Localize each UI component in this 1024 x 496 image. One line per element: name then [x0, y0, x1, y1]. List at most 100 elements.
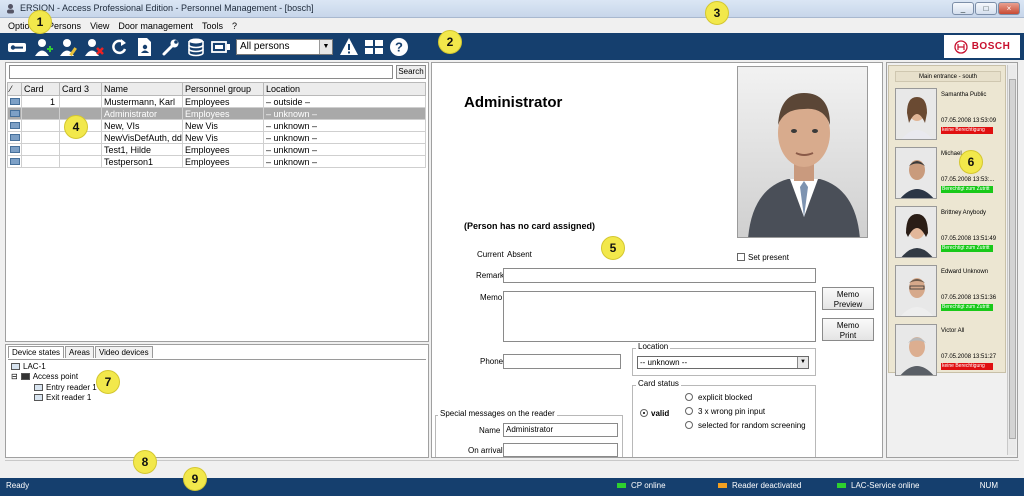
- tree-node-access-point[interactable]: ⊟ Access point: [11, 372, 78, 381]
- visitor-name: Edward Unknown: [941, 269, 989, 275]
- status-led-icon: [837, 483, 846, 488]
- collapse-icon[interactable]: ⊟: [11, 372, 18, 381]
- access-status-badge: keine Berechtigung: [941, 363, 993, 370]
- cell-name: Mustermann, Karl: [101, 95, 183, 108]
- visitor-time: 07.05.2008 13:51:27: [941, 354, 997, 360]
- cell-name: Test1, Hilde: [101, 143, 183, 156]
- wrench-icon[interactable]: [160, 36, 182, 58]
- tab-device-states[interactable]: Device states: [8, 346, 65, 358]
- document-person-icon[interactable]: [134, 36, 156, 58]
- person-detail-pane: Administrator (Person has no card assign…: [431, 62, 883, 458]
- grid-icon[interactable]: [363, 36, 385, 58]
- location-select[interactable]: -- unknown -- ▼: [637, 356, 809, 369]
- bosch-logo: BOSCH: [944, 35, 1020, 58]
- cell-card: [21, 155, 60, 168]
- tree-node-label: Access point: [32, 372, 79, 381]
- menu-persons[interactable]: Persons: [48, 21, 81, 31]
- tab-areas[interactable]: Areas: [65, 346, 94, 358]
- tree-node-entry-reader[interactable]: Entry reader 1: [34, 383, 97, 392]
- cell-card3: [59, 155, 102, 168]
- cell-location: – outside –: [263, 95, 426, 108]
- column-header-icon[interactable]: ⁄: [7, 82, 22, 96]
- cell-name: Testperson1: [101, 155, 183, 168]
- status-num-lock: NUM: [979, 481, 998, 490]
- phone-field[interactable]: [503, 354, 621, 369]
- access-event-card[interactable]: Michael ... 07.05.2008 13:53:... Berecht…: [895, 147, 1005, 203]
- person-list-pane: Search ⁄ Card Card 3 Name Personnel grou…: [5, 62, 429, 342]
- reader-icon: [34, 394, 43, 401]
- access-event-card[interactable]: Brittney Anybody 07.05.2008 13:51:49 Ber…: [895, 206, 1005, 262]
- scrollbar-thumb[interactable]: [1009, 79, 1016, 439]
- column-header-name[interactable]: Name: [101, 82, 183, 96]
- visitor-name: Victor All: [941, 328, 965, 334]
- on-arrival-field[interactable]: [503, 443, 618, 457]
- memo-preview-button[interactable]: Memo Preview: [822, 287, 874, 310]
- access-event-card[interactable]: Edward Unknown 07.05.2008 13:51:36 Berec…: [895, 265, 1005, 321]
- access-event-card[interactable]: Samantha Public 07.05.2008 13:53:09 kein…: [895, 88, 1005, 144]
- person-filter-select[interactable]: All persons ▼: [236, 39, 333, 55]
- column-header-location[interactable]: Location: [263, 82, 426, 96]
- minimize-button[interactable]: _: [952, 2, 974, 15]
- key-icon[interactable]: [6, 36, 28, 58]
- callout-2: 2: [438, 30, 462, 54]
- brand-name: BOSCH: [971, 41, 1011, 52]
- menu-tools[interactable]: Tools: [202, 21, 223, 31]
- valid-radio[interactable]: [640, 409, 648, 417]
- status-label: LAC-Service online: [851, 481, 920, 490]
- remark-field[interactable]: [503, 268, 816, 283]
- random-screening-radio[interactable]: [685, 421, 693, 429]
- close-button[interactable]: ×: [998, 2, 1020, 15]
- tree-node-label: Entry reader 1: [46, 383, 97, 392]
- tree-node-exit-reader[interactable]: Exit reader 1: [34, 393, 91, 402]
- valid-label: valid: [651, 409, 670, 418]
- events-scrollbar[interactable]: [1007, 65, 1016, 455]
- delete-person-icon[interactable]: [83, 36, 105, 58]
- menu-door-management[interactable]: Door management: [118, 21, 193, 31]
- cell-group: Employees: [182, 95, 264, 108]
- special-messages-group-label: Special messages on the reader: [438, 409, 557, 418]
- database-icon[interactable]: [185, 36, 207, 58]
- table-row[interactable]: Testperson1 Employees – unknown –: [7, 155, 426, 168]
- table-row[interactable]: Test1, Hilde Employees – unknown –: [7, 143, 426, 156]
- tab-video-devices[interactable]: Video devices: [94, 346, 153, 358]
- column-header-group[interactable]: Personnel group: [182, 82, 264, 96]
- refresh-icon[interactable]: [108, 36, 130, 58]
- chevron-down-icon[interactable]: ▼: [319, 40, 332, 54]
- tree-node-label: Exit reader 1: [46, 393, 92, 402]
- memo-print-button[interactable]: Memo Print: [822, 318, 874, 341]
- visitor-name: Samantha Public: [941, 92, 987, 98]
- search-input[interactable]: [9, 65, 393, 79]
- help-icon[interactable]: ?: [388, 36, 410, 58]
- explicit-blocked-radio[interactable]: [685, 393, 693, 401]
- visitor-photo: [895, 206, 937, 258]
- set-present-checkbox[interactable]: [737, 253, 745, 261]
- tree-node-lac[interactable]: LAC-1: [11, 362, 46, 371]
- column-header-card[interactable]: Card: [21, 82, 60, 96]
- wrong-pin-radio[interactable]: [685, 407, 693, 415]
- msg-name-field[interactable]: Administrator: [503, 423, 618, 437]
- edit-person-icon[interactable]: [58, 36, 80, 58]
- add-person-icon[interactable]: [32, 36, 54, 58]
- maximize-button[interactable]: □: [975, 2, 997, 15]
- callout-7: 7: [96, 370, 120, 394]
- row-person-icon: [7, 95, 22, 108]
- memo-field[interactable]: [503, 291, 816, 342]
- menu-help[interactable]: ?: [232, 21, 237, 31]
- access-event-card[interactable]: Victor All 07.05.2008 13:51:27 keine Ber…: [895, 324, 1005, 380]
- access-status-badge: Berechtigt zum Zutritt: [941, 245, 993, 252]
- current-label: Current: [477, 250, 504, 259]
- status-cp-online: CP online: [617, 481, 666, 490]
- cell-card: [21, 107, 60, 120]
- bosch-armature-icon: [954, 39, 968, 54]
- memo-label: Memo: [480, 293, 503, 302]
- device-tree: LAC-1 ⊟ Access point Entry reader 1 Exit…: [8, 359, 426, 456]
- search-button[interactable]: Search: [396, 65, 426, 79]
- card-reader-icon[interactable]: [210, 36, 232, 58]
- warning-icon[interactable]: [338, 36, 360, 58]
- status-label: Reader deactivated: [732, 481, 802, 490]
- device-states-pane: Device states Areas Video devices LAC-1 …: [5, 344, 429, 458]
- table-row[interactable]: 1 Mustermann, Karl Employees – outside –: [7, 95, 426, 108]
- chevron-down-icon[interactable]: ▼: [797, 357, 808, 368]
- column-header-card3[interactable]: Card 3: [59, 82, 102, 96]
- menu-view[interactable]: View: [90, 21, 109, 31]
